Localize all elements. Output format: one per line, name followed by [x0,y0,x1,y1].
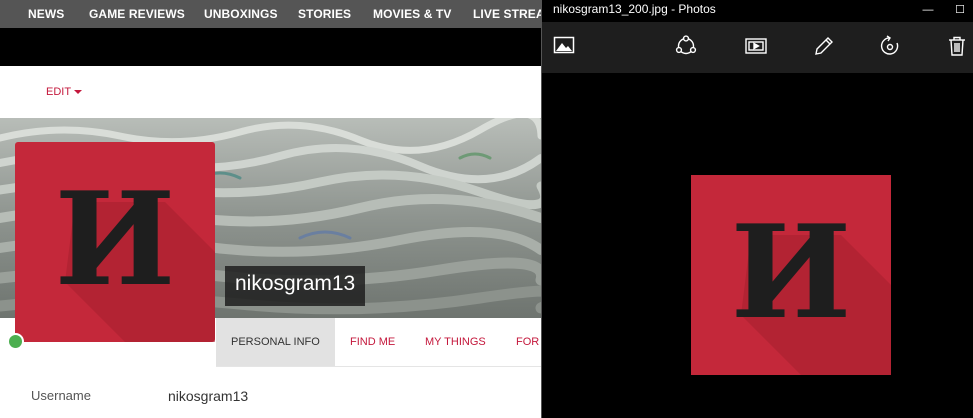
delete-icon[interactable] [945,34,971,60]
nav-item-live-stream[interactable]: Live Stream [473,0,541,28]
collection-icon[interactable] [553,34,579,60]
rotate-icon[interactable] [878,34,904,60]
header-bar [0,28,541,66]
tab-find-me[interactable]: FIND ME [350,318,395,366]
info-row-username: Username nikosgram13 [0,378,541,418]
nav-item-news[interactable]: News [28,0,64,28]
slideshow-icon[interactable] [744,34,770,60]
edit-icon[interactable] [812,34,838,60]
profile-avatar[interactable]: И [15,142,215,342]
profile-tabs: PERSONAL INFO FIND ME MY THINGS FOR [216,318,541,367]
minimize-button[interactable]: — [914,0,942,22]
image-viewer[interactable]: И [542,73,973,418]
profile-username-overlay: nikosgram13 [225,266,366,306]
share-icon[interactable] [674,34,700,60]
edit-dropdown[interactable]: EDIT [46,86,83,98]
tab-personal-info[interactable]: PERSONAL INFO [216,318,335,366]
window-titlebar: nikosgram13_200.jpg - Photos — ☐ [542,0,973,22]
nav-item-unboxings[interactable]: Unboxings [204,0,278,28]
displayed-image: И [691,175,891,375]
nav-item-stories[interactable]: Stories [298,0,351,28]
nav-item-movies-tv[interactable]: Movies & TV [373,0,451,28]
logo-letter: И [55,165,176,315]
online-status-indicator [7,333,24,350]
info-value: nikosgram13 [168,388,249,404]
top-navigation: News Game Reviews Unboxings Stories Movi… [0,0,541,28]
logo-letter: И [731,198,852,348]
caret-down-icon [74,90,83,95]
tab-for[interactable]: FOR [516,318,539,366]
photos-toolbar [542,22,973,73]
profile-edit-bar: EDIT [0,66,541,119]
edit-label: EDIT [46,86,72,98]
photos-window: nikosgram13_200.jpg - Photos — ☐ И [541,0,973,418]
tab-my-things[interactable]: MY THINGS [425,318,486,366]
maximize-button[interactable]: ☐ [946,0,973,22]
nav-item-game-reviews[interactable]: Game Reviews [89,0,185,28]
window-title: nikosgram13_200.jpg - Photos [553,2,716,16]
info-label: Username [31,388,91,403]
